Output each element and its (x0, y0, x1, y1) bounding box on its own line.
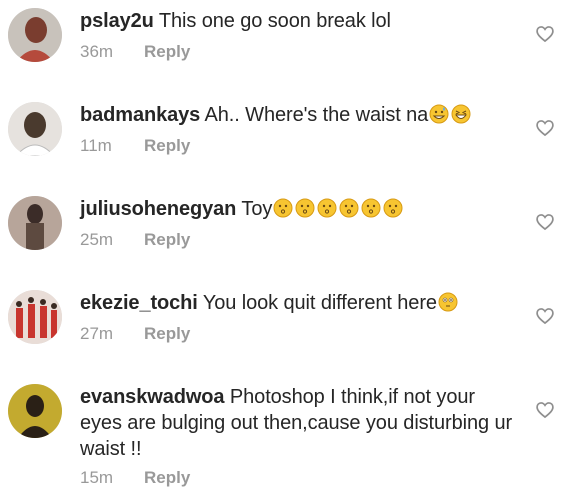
reply-button[interactable]: Reply (144, 136, 190, 155)
avatar-image (8, 102, 62, 156)
comment-username[interactable]: evanskwadwoa (80, 386, 225, 408)
kissing-face-icon (272, 198, 294, 220)
comment-meta: 11m Reply (80, 136, 190, 156)
comment-body: You look quit different here (202, 292, 437, 314)
grinning-squint-face-icon (450, 104, 472, 126)
like-heart-icon[interactable] (535, 24, 555, 44)
comment-time: 15m (80, 468, 114, 487)
reply-button[interactable]: Reply (144, 468, 190, 487)
comment-text: pslay2u This one go soon break lol (80, 8, 520, 34)
comment-username[interactable]: badmankays (80, 104, 200, 126)
comment-username[interactable]: juliusohenegyan (80, 198, 236, 220)
comment-time: 27m (80, 324, 114, 343)
comment-meta: 25m Reply (80, 230, 190, 250)
comment-list: pslay2u This one go soon break lol 36m Re… (0, 0, 576, 503)
avatar-image (8, 8, 62, 62)
like-heart-icon[interactable] (535, 212, 555, 232)
comment-body: This one go soon break lol (158, 10, 391, 32)
avatar[interactable] (8, 196, 62, 250)
comment-text: ekezie_tochi You look quit different her… (80, 290, 520, 316)
grinning-sweat-face-icon (428, 104, 450, 126)
avatar-image (8, 290, 62, 344)
comment-body: Toy (241, 198, 273, 220)
reply-button[interactable]: Reply (144, 230, 190, 249)
reply-button[interactable]: Reply (144, 42, 190, 61)
kissing-face-icon (316, 198, 338, 220)
kissing-face-icon (338, 198, 360, 220)
comment-text: evanskwadwoa Photoshop I think,if not yo… (80, 384, 520, 462)
comment-time: 25m (80, 230, 114, 249)
avatar[interactable] (8, 290, 62, 344)
comment-meta: 27m Reply (80, 324, 190, 344)
avatar[interactable] (8, 102, 62, 156)
flushed-face-icon (437, 292, 459, 314)
kissing-face-icon (382, 198, 404, 220)
comment-meta: 36m Reply (80, 42, 190, 62)
kissing-face-icon (294, 198, 316, 220)
like-heart-icon[interactable] (535, 400, 555, 420)
avatar-image (8, 384, 62, 438)
avatar-image (8, 196, 62, 250)
like-heart-icon[interactable] (535, 118, 555, 138)
kissing-face-icon (360, 198, 382, 220)
like-heart-icon[interactable] (535, 306, 555, 326)
comment-body: Ah.. Where's the waist na (204, 104, 429, 126)
comment-text: badmankays Ah.. Where's the waist na (80, 102, 520, 128)
comment-text: juliusohenegyan Toy (80, 196, 520, 222)
reply-button[interactable]: Reply (144, 324, 190, 343)
avatar[interactable] (8, 8, 62, 62)
comment-username[interactable]: ekezie_tochi (80, 292, 198, 314)
comment-username[interactable]: pslay2u (80, 10, 154, 32)
comment-time: 11m (80, 136, 112, 155)
comment-meta: 15m Reply (80, 468, 190, 488)
comment-time: 36m (80, 42, 114, 61)
avatar[interactable] (8, 384, 62, 438)
